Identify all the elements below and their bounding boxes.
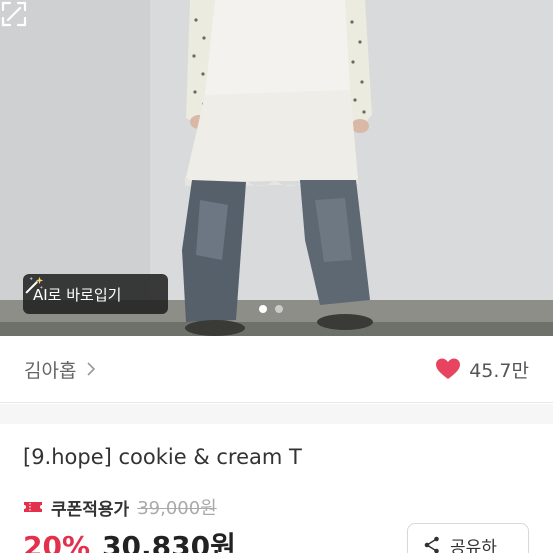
carousel-dot[interactable] <box>275 305 283 313</box>
share-label: 공유하 <box>450 537 497 553</box>
ai-try-on-label: AI로 바로입기 <box>33 285 122 304</box>
chevron-right-icon <box>87 362 96 376</box>
product-image[interactable]: AI로 바로입기 <box>0 0 553 336</box>
share-button[interactable]: 공유하 <box>407 523 529 553</box>
shop-link[interactable]: 김아홉 <box>24 356 96 383</box>
like-count: 45.7만 <box>469 359 529 382</box>
product-title: [9.hope] cookie & cream T <box>23 445 302 469</box>
coupon-price-row: 쿠폰적용가 39,000원 <box>23 494 217 520</box>
section-divider <box>0 404 553 424</box>
carousel-dots <box>259 305 283 313</box>
magic-wand-icon <box>25 276 44 294</box>
shop-name: 김아홉 <box>24 359 77 382</box>
coupon-ticket-icon <box>24 502 42 512</box>
price-row: 20% 30,830원 <box>23 525 236 553</box>
coupon-price-label: 쿠폰적용가 <box>51 499 130 520</box>
carousel-dot[interactable] <box>259 305 267 313</box>
sale-price: 30,830원 <box>102 530 236 553</box>
ai-try-on-button[interactable]: AI로 바로입기 <box>23 274 168 314</box>
like-button[interactable]: 45.7만 <box>435 356 529 383</box>
heart-icon <box>436 358 461 379</box>
original-price: 39,000원 <box>137 498 217 519</box>
shop-row: 김아홉 45.7만 <box>0 336 553 403</box>
expand-icon[interactable] <box>0 0 28 28</box>
share-icon <box>424 536 439 553</box>
discount-rate: 20% <box>23 530 91 553</box>
